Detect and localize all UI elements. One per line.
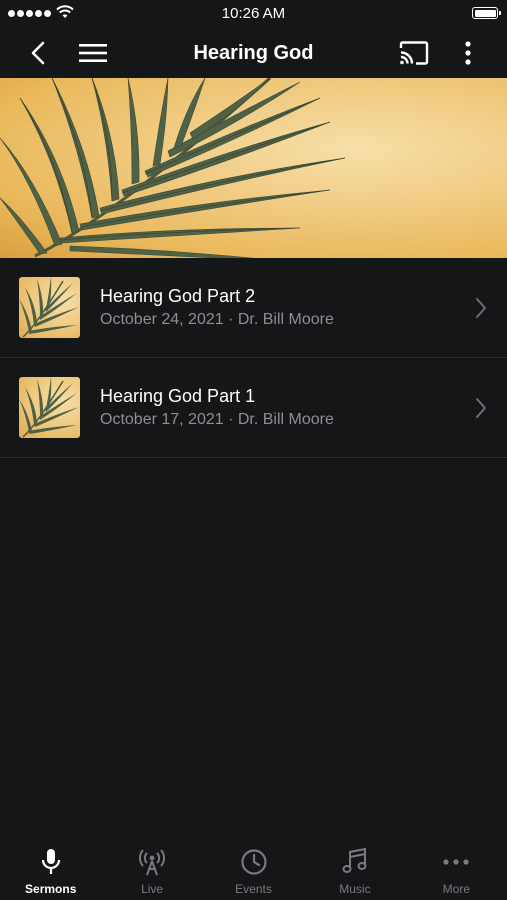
back-icon — [31, 41, 45, 65]
status-bar: 10:26 AM — [0, 0, 507, 28]
cast-button[interactable] — [392, 28, 436, 78]
tab-live[interactable]: Live — [101, 842, 202, 900]
tab-label: More — [442, 882, 470, 896]
sermon-list: Hearing God Part 2 October 24, 2021 · Dr… — [0, 258, 507, 458]
palm-leaf-thumbnail-image — [19, 377, 79, 438]
battery-icon — [472, 7, 501, 19]
broadcast-icon — [139, 849, 166, 876]
status-time: 10:26 AM — [221, 5, 286, 22]
tab-events[interactable]: Events — [203, 842, 304, 900]
sermon-title: Hearing God Part 2 — [100, 286, 256, 306]
app-screen: 10:26 AM Hearing God Hearing God Part 2 … — [0, 0, 507, 900]
sermon-thumbnail — [19, 377, 80, 438]
music-note-icon — [342, 848, 367, 873]
palm-leaf-artwork — [0, 78, 346, 258]
sermon-subtitle: October 24, 2021 · Dr. Bill Moore — [100, 311, 334, 328]
menu-icon — [79, 44, 107, 62]
tab-bar: Sermons Live Events Music More — [0, 842, 507, 900]
sermon-thumbnail — [19, 277, 80, 338]
tab-label: Live — [141, 882, 164, 896]
menu-button[interactable] — [71, 28, 115, 78]
palm-leaf-thumbnail-image — [19, 277, 79, 338]
sermon-title: Hearing God Part 1 — [100, 386, 256, 406]
back-button[interactable] — [16, 28, 60, 78]
microphone-icon — [41, 849, 60, 874]
sermon-subtitle: October 17, 2021 · Dr. Bill Moore — [100, 411, 334, 428]
chevron-right-icon — [476, 298, 486, 318]
tab-music[interactable]: Music — [304, 842, 405, 900]
more-vertical-icon — [465, 41, 471, 65]
nav-bar: Hearing God — [0, 28, 507, 78]
tab-sermons[interactable]: Sermons — [0, 842, 101, 900]
series-banner-image — [0, 78, 507, 258]
more-horizontal-icon — [443, 859, 469, 865]
sermon-list-item[interactable]: Hearing God Part 2 October 24, 2021 · Dr… — [0, 258, 507, 358]
tab-label: Events — [235, 882, 272, 896]
more-options-button[interactable] — [446, 28, 490, 78]
tab-more[interactable]: More — [406, 842, 507, 900]
tab-label: Sermons — [25, 882, 77, 896]
cast-icon — [399, 41, 429, 65]
chevron-right-icon — [476, 398, 486, 418]
sermon-list-item[interactable]: Hearing God Part 1 October 17, 2021 · Dr… — [0, 358, 507, 458]
page-title: Hearing God — [193, 42, 314, 64]
clock-icon — [240, 849, 267, 875]
tab-label: Music — [339, 882, 371, 896]
